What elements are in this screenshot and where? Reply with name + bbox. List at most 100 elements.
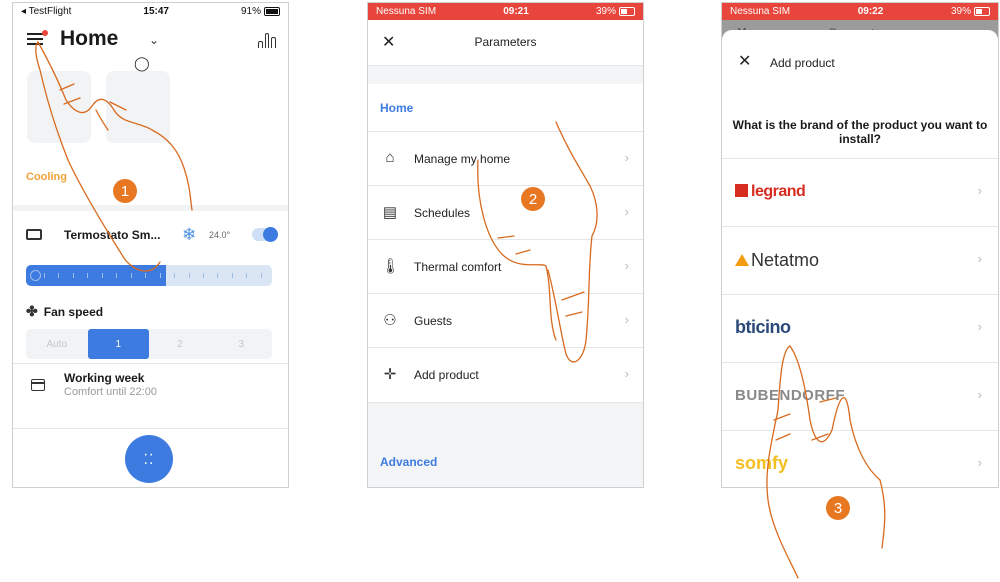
brand-name: BUBENDORFF (735, 387, 845, 404)
step-badge-3: 3 (826, 496, 850, 520)
brand-name: bticino (735, 317, 791, 337)
brand-row-bticino[interactable]: bticino › (722, 294, 998, 362)
bubendorff-logo: BUBENDORFF (735, 387, 845, 404)
brand-name: somfy (735, 453, 789, 473)
brand-name: legrand (751, 183, 806, 200)
fan-option-1[interactable]: 1 (87, 329, 149, 359)
spacer (368, 66, 643, 84)
slider-knob[interactable] (30, 270, 41, 281)
snowflake-icon: ❄ (182, 225, 197, 244)
stats-icon[interactable] (258, 32, 277, 48)
menu-item-label: Manage my home (414, 152, 511, 166)
status-battery: 39% (596, 6, 635, 17)
chevron-down-icon[interactable]: ⌄ (149, 33, 159, 47)
fan-option-2[interactable]: 2 (149, 329, 211, 359)
legrand-logo: legrand (735, 183, 806, 201)
chevron-right-icon: › (624, 150, 629, 165)
divider (13, 428, 288, 429)
status-time: 09:21 (503, 6, 529, 17)
add-product-sheet: ✕ Add product What is the brand of the p… (722, 30, 998, 487)
section-advanced-title: Advanced (380, 455, 438, 469)
thermostat-temp: 24.0° (209, 230, 231, 240)
parameters-header: ✕ Parameters (368, 20, 643, 66)
cooling-label: Cooling (26, 171, 67, 183)
menu-item-manage-home[interactable]: ⌂ Manage my home › (368, 131, 643, 186)
fan-icon: ✤ (26, 303, 38, 319)
menu-item-label: Add product (414, 368, 479, 382)
header-title: Parameters (474, 35, 537, 49)
menu-item-add-product[interactable]: ✛ Add product › (368, 347, 643, 403)
status-bar: Nessuna SIM 09:21 39% (368, 3, 643, 20)
close-icon[interactable]: ✕ (738, 51, 751, 71)
fan-speed-selector[interactable]: Auto 1 2 3 (26, 329, 272, 359)
status-battery: 91% (241, 6, 280, 17)
chevron-right-icon: › (624, 204, 629, 219)
chevron-right-icon: › (977, 319, 982, 334)
status-carrier: Nessuna SIM (376, 6, 437, 17)
brand-row-somfy[interactable]: somfy › (722, 430, 998, 487)
brand-row-bubendorff[interactable]: BUBENDORFF › (722, 362, 998, 430)
chevron-right-icon: › (624, 258, 629, 273)
step-badge-2: 2 (521, 187, 545, 211)
temperature-slider[interactable] (26, 265, 272, 286)
fan-option-3[interactable]: 3 (211, 329, 273, 359)
divider (13, 205, 288, 211)
chevron-right-icon: › (624, 312, 629, 327)
somfy-logo: somfy (735, 453, 788, 474)
sheet-title: Add product (770, 56, 835, 70)
menu-item-guests[interactable]: ⚇ Guests › (368, 293, 643, 348)
schedule-subtitle: Comfort until 22:00 (64, 386, 157, 398)
fan-speed-title: ✤ Fan speed (26, 303, 103, 320)
fan-speed-label: Fan speed (43, 305, 104, 319)
battery-percent: 91% (240, 6, 261, 17)
status-carrier: Nessuna SIM (730, 6, 791, 17)
status-bar: Nessuna SIM 09:22 39% (722, 3, 998, 20)
room-card[interactable] (27, 71, 91, 143)
calendar-icon: ▤ (382, 204, 398, 221)
menu-item-thermal-comfort[interactable]: 🌡︎ Thermal comfort › (368, 239, 643, 294)
chevron-right-icon: › (977, 387, 982, 402)
page-title: Home (60, 27, 119, 50)
status-carrier: ◂ TestFlight (21, 6, 72, 17)
fan-option-auto[interactable]: Auto (26, 329, 88, 359)
phone-screen-home: ◂ TestFlight 15:47 91% Home ⌄ ◯ Cooling … (12, 2, 289, 488)
menu-icon[interactable] (27, 33, 43, 45)
status-bar: ◂ TestFlight 15:47 91% (13, 3, 288, 20)
battery-percent: 39% (595, 6, 616, 17)
water-card[interactable] (106, 71, 170, 143)
netatmo-logo: Netatmo (735, 250, 819, 271)
thermostat-name: Termostato Sm... (64, 228, 161, 242)
divider (13, 363, 288, 364)
brand-row-legrand[interactable]: legrand › (722, 158, 998, 226)
thermometer-icon: 🌡︎ (381, 258, 401, 275)
plus-icon: ✛ (383, 366, 397, 383)
phone-screen-parameters: Nessuna SIM 09:21 39% ✕ Parameters Home … (367, 2, 644, 488)
spacer (368, 403, 643, 487)
home-header: Home ⌄ (13, 23, 288, 59)
status-time: 09:22 (857, 6, 884, 17)
menu-item-label: Guests (414, 314, 453, 328)
battery-percent: 39% (950, 6, 971, 17)
chevron-right-icon: › (977, 251, 982, 266)
menu-item-label: Schedules (414, 206, 471, 220)
house-icon: ⌂ (385, 149, 395, 166)
calendar-icon (31, 379, 45, 391)
water-drop-icon: ◯ (134, 55, 150, 71)
guests-icon: ⚇ (383, 312, 397, 329)
thermostat-row[interactable]: Termostato Sm... ❄ 24.0° (26, 225, 278, 247)
quick-actions-button[interactable]: ⁚⁚ (125, 435, 173, 483)
chevron-right-icon: › (624, 366, 629, 381)
battery-icon (263, 6, 280, 16)
brand-row-netatmo[interactable]: Netatmo › (722, 226, 998, 294)
slider-ticks (44, 273, 262, 279)
brand-name: Netatmo (751, 250, 820, 270)
chevron-right-icon: › (977, 455, 982, 470)
status-time: 15:47 (143, 6, 169, 17)
notification-dot (42, 30, 48, 36)
menu-item-label: Thermal comfort (414, 260, 502, 274)
section-home-title: Home (380, 101, 414, 115)
menu-item-schedules[interactable]: ▤ Schedules › (368, 185, 643, 240)
battery-icon (974, 6, 990, 16)
bticino-logo: bticino (735, 317, 791, 338)
thermostat-toggle[interactable] (252, 227, 278, 242)
